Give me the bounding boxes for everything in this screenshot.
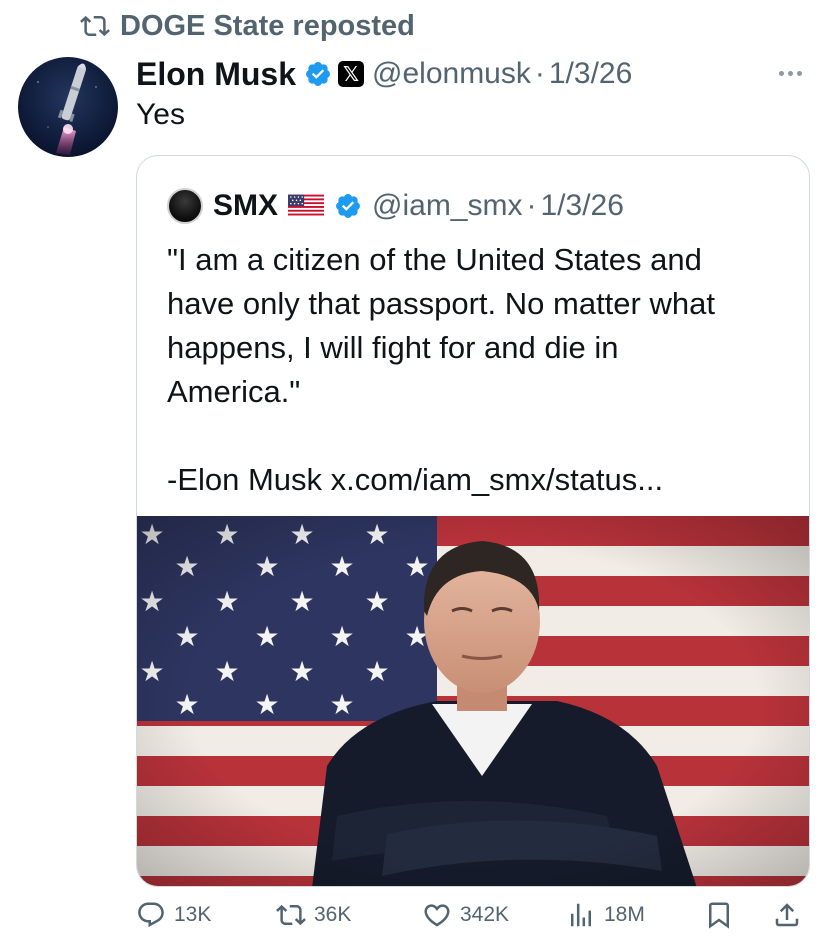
views-button[interactable]: 18M — [566, 900, 645, 930]
repost-icon — [276, 904, 306, 926]
quoted-author-handle[interactable]: @iam_smx — [372, 189, 522, 223]
quoted-separator-dot: · — [526, 189, 537, 222]
quoted-text-line: happens, I will fight for and die in — [167, 330, 619, 365]
quoted-post-header: SMX @iam_smx · 1/3/26 — [167, 186, 624, 226]
x-affiliate-badge-icon: 𝕏 — [338, 61, 365, 87]
repost-count: 36K — [314, 903, 352, 926]
like-button[interactable]: 342K — [422, 900, 509, 930]
quoted-text-line: America." — [167, 374, 301, 409]
separator-dot: · — [534, 57, 545, 90]
like-count: 342K — [460, 903, 510, 926]
quoted-text-line: have only that passport. No matter what — [167, 286, 715, 321]
action-bar: 13K 36K 342K 18M — [136, 896, 810, 936]
share-button[interactable] — [772, 900, 802, 930]
post-text: Yes — [136, 98, 185, 131]
bookmark-button[interactable] — [704, 900, 734, 930]
repost-icon — [80, 15, 110, 37]
rocket-avatar — [37, 63, 97, 155]
flag-portrait-image: ★★★★ ★★★★ ★★★★ ★★★★ ★★★★ ★★★ — [137, 516, 809, 886]
quoted-author-name[interactable]: SMX — [213, 189, 278, 223]
reply-button[interactable]: 13K — [136, 900, 211, 930]
reply-icon — [138, 902, 164, 928]
quoted-verified-badge-icon — [336, 194, 360, 218]
more-options-icon[interactable] — [770, 58, 810, 88]
post-date[interactable]: 1/3/26 — [549, 57, 632, 91]
quoted-author-avatar[interactable] — [167, 188, 203, 224]
post-header: Elon Musk 𝕏 @elonmusk · 1/3/26 — [136, 52, 632, 96]
quoted-post-date[interactable]: 1/3/26 — [540, 189, 623, 223]
quoted-post-image[interactable]: ★★★★ ★★★★ ★★★★ ★★★★ ★★★★ ★★★ — [137, 516, 809, 886]
repost-indicator[interactable]: DOGE State reposted — [80, 8, 415, 44]
author-name[interactable]: Elon Musk — [136, 56, 296, 93]
quoted-post[interactable]: SMX @iam_smx · 1/3/26 "I am a citizen of… — [136, 155, 810, 887]
quoted-text-line: "I am a citizen of the United States and — [167, 242, 702, 277]
repost-text: DOGE State reposted — [120, 9, 415, 42]
verified-badge-icon — [306, 62, 330, 86]
quoted-post-text: "I am a citizen of the United States and… — [167, 238, 797, 502]
us-flag-emoji — [288, 194, 325, 218]
views-chart-icon — [571, 903, 591, 927]
bookmark-icon — [709, 902, 729, 929]
author-avatar[interactable] — [18, 57, 118, 157]
share-icon — [775, 903, 799, 927]
reply-count: 13K — [174, 903, 212, 926]
views-count: 18M — [604, 903, 645, 926]
author-handle[interactable]: @elonmusk — [372, 57, 531, 91]
repost-button[interactable]: 36K — [276, 900, 351, 930]
quoted-signature-link[interactable]: -Elon Musk x.com/iam_smx/status... — [167, 458, 797, 502]
heart-icon — [424, 904, 450, 927]
